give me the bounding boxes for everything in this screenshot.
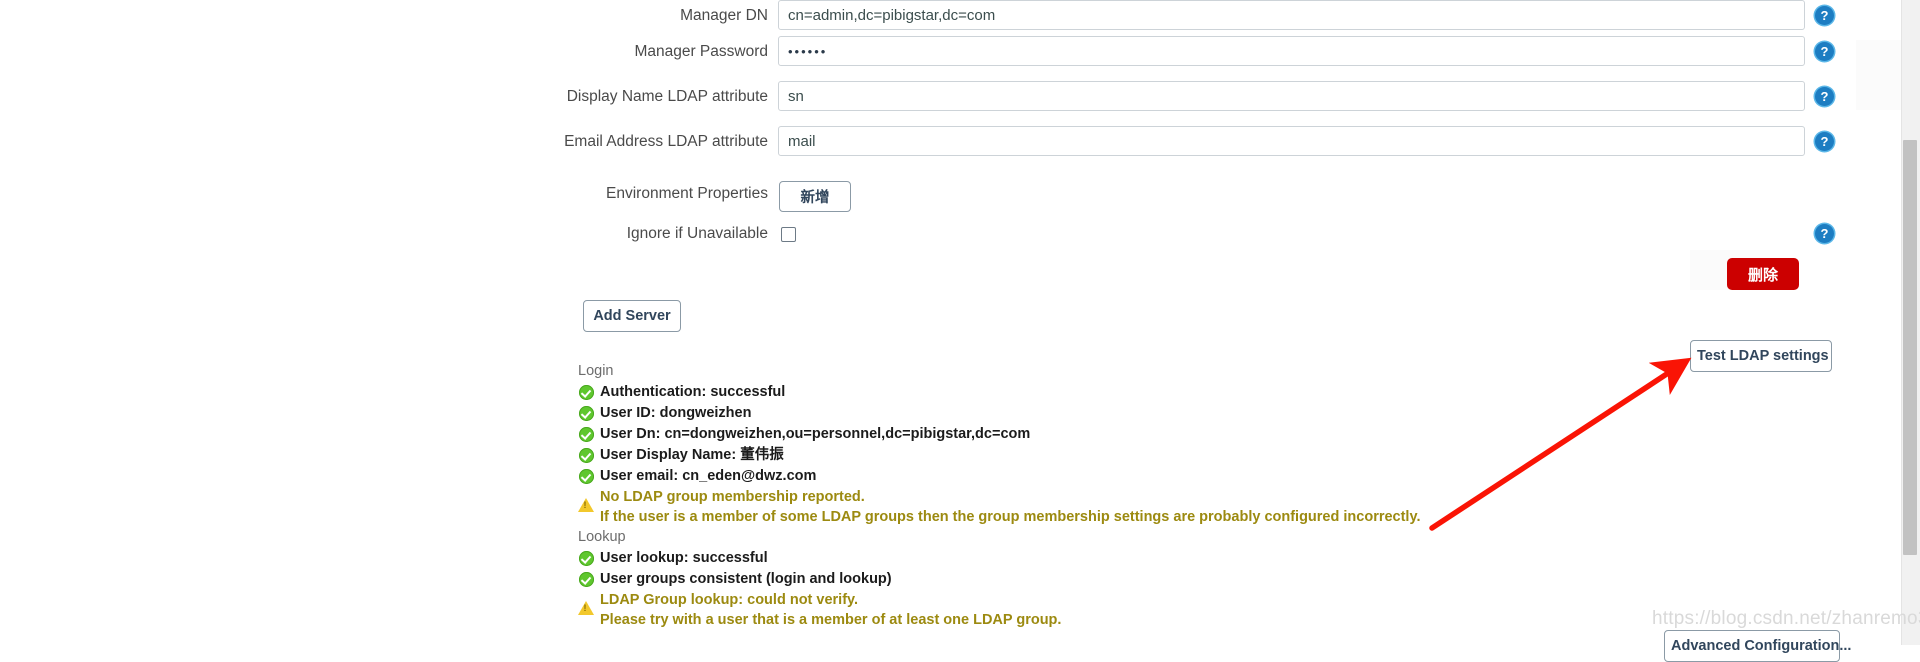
ldap-configuration-page: Manager DN ? Manager Password ? Display …	[0, 0, 1920, 662]
result-text: User lookup: successful	[600, 550, 768, 566]
form-row-display-name-attr: Display Name LDAP attribute ?	[0, 81, 1860, 113]
result-item: User groups consistent (login and lookup…	[578, 569, 1678, 589]
label-manager-dn: Manager DN	[680, 7, 768, 24]
result-item: Authentication: successful	[578, 382, 1678, 402]
vertical-scrollbar-thumb[interactable]	[1903, 140, 1917, 555]
form-row-manager-dn: Manager DN ?	[0, 0, 1860, 32]
result-item: User Dn: cn=dongweizhen,ou=personnel,dc=…	[578, 424, 1678, 444]
input-manager-password[interactable]	[778, 36, 1805, 66]
watermark: https://blog.csdn.net/zhanremo3062	[1652, 608, 1920, 629]
label-email-attr: Email Address LDAP attribute	[564, 133, 768, 150]
label-environment-properties: Environment Properties	[606, 185, 768, 202]
add-server-button[interactable]: Add Server	[583, 300, 681, 332]
result-item: User Display Name: 董伟振	[578, 445, 1678, 465]
advanced-configuration-button[interactable]: Advanced Configuration...	[1664, 630, 1851, 662]
result-text: User Display Name: 董伟振	[600, 447, 784, 463]
ldap-test-results: Login Authentication: successful User ID…	[578, 362, 1678, 631]
form-row-manager-password: Manager Password ?	[0, 36, 1860, 68]
delete-button[interactable]: 删除	[1727, 258, 1799, 290]
success-check-icon	[579, 469, 594, 484]
lookup-section-title: Lookup	[578, 529, 626, 545]
success-check-icon	[579, 448, 594, 463]
success-check-icon	[579, 385, 594, 400]
help-icon[interactable]: ?	[1815, 6, 1834, 25]
input-manager-dn[interactable]	[778, 0, 1805, 30]
success-check-icon	[579, 406, 594, 421]
warning-text-line2: Please try with a user that is a member …	[600, 612, 1062, 628]
result-item: User lookup: successful	[578, 548, 1678, 568]
help-icon[interactable]: ?	[1815, 87, 1834, 106]
input-email-attr[interactable]	[778, 126, 1805, 156]
help-icon[interactable]: ?	[1815, 132, 1834, 151]
help-icon[interactable]: ?	[1815, 224, 1834, 243]
success-check-icon	[579, 551, 594, 566]
label-ignore-if-unavailable: Ignore if Unavailable	[626, 225, 768, 242]
form-row-ignore-if-unavailable: Ignore if Unavailable ?	[0, 218, 1860, 250]
login-warning: No LDAP group membership reported. If th…	[578, 487, 1678, 527]
login-section-title: Login	[578, 363, 614, 379]
warning-triangle-icon	[578, 601, 594, 615]
result-item: User email: cn_eden@dwz.com	[578, 466, 1678, 486]
result-text: User groups consistent (login and lookup…	[600, 571, 892, 587]
label-manager-password: Manager Password	[634, 43, 768, 60]
help-icon[interactable]: ?	[1815, 42, 1834, 61]
result-text: User email: cn_eden@dwz.com	[600, 468, 817, 484]
result-text: User Dn: cn=dongweizhen,ou=personnel,dc=…	[600, 426, 1031, 442]
warning-triangle-icon	[578, 498, 594, 512]
checkbox-ignore-if-unavailable[interactable]	[781, 227, 796, 242]
warning-text-line1: LDAP Group lookup: could not verify.	[600, 592, 859, 608]
test-ldap-settings-button[interactable]: Test LDAP settings	[1690, 340, 1832, 372]
success-check-icon	[579, 572, 594, 587]
result-text: User ID: dongweizhen	[600, 405, 752, 421]
result-text: Authentication: successful	[600, 384, 786, 400]
warning-text-line1: No LDAP group membership reported.	[600, 489, 865, 505]
success-check-icon	[579, 427, 594, 442]
lookup-warning: LDAP Group lookup: could not verify. Ple…	[578, 590, 1678, 630]
add-environment-property-button[interactable]: 新增	[779, 181, 851, 212]
input-display-name-attr[interactable]	[778, 81, 1805, 111]
form-row-environment-properties: Environment Properties 新增	[0, 178, 1860, 212]
form-row-email-attr: Email Address LDAP attribute ?	[0, 126, 1860, 158]
label-display-name-attr: Display Name LDAP attribute	[566, 88, 768, 105]
page-artifact	[1856, 40, 1902, 110]
warning-text-line2: If the user is a member of some LDAP gro…	[600, 509, 1421, 525]
result-item: User ID: dongweizhen	[578, 403, 1678, 423]
